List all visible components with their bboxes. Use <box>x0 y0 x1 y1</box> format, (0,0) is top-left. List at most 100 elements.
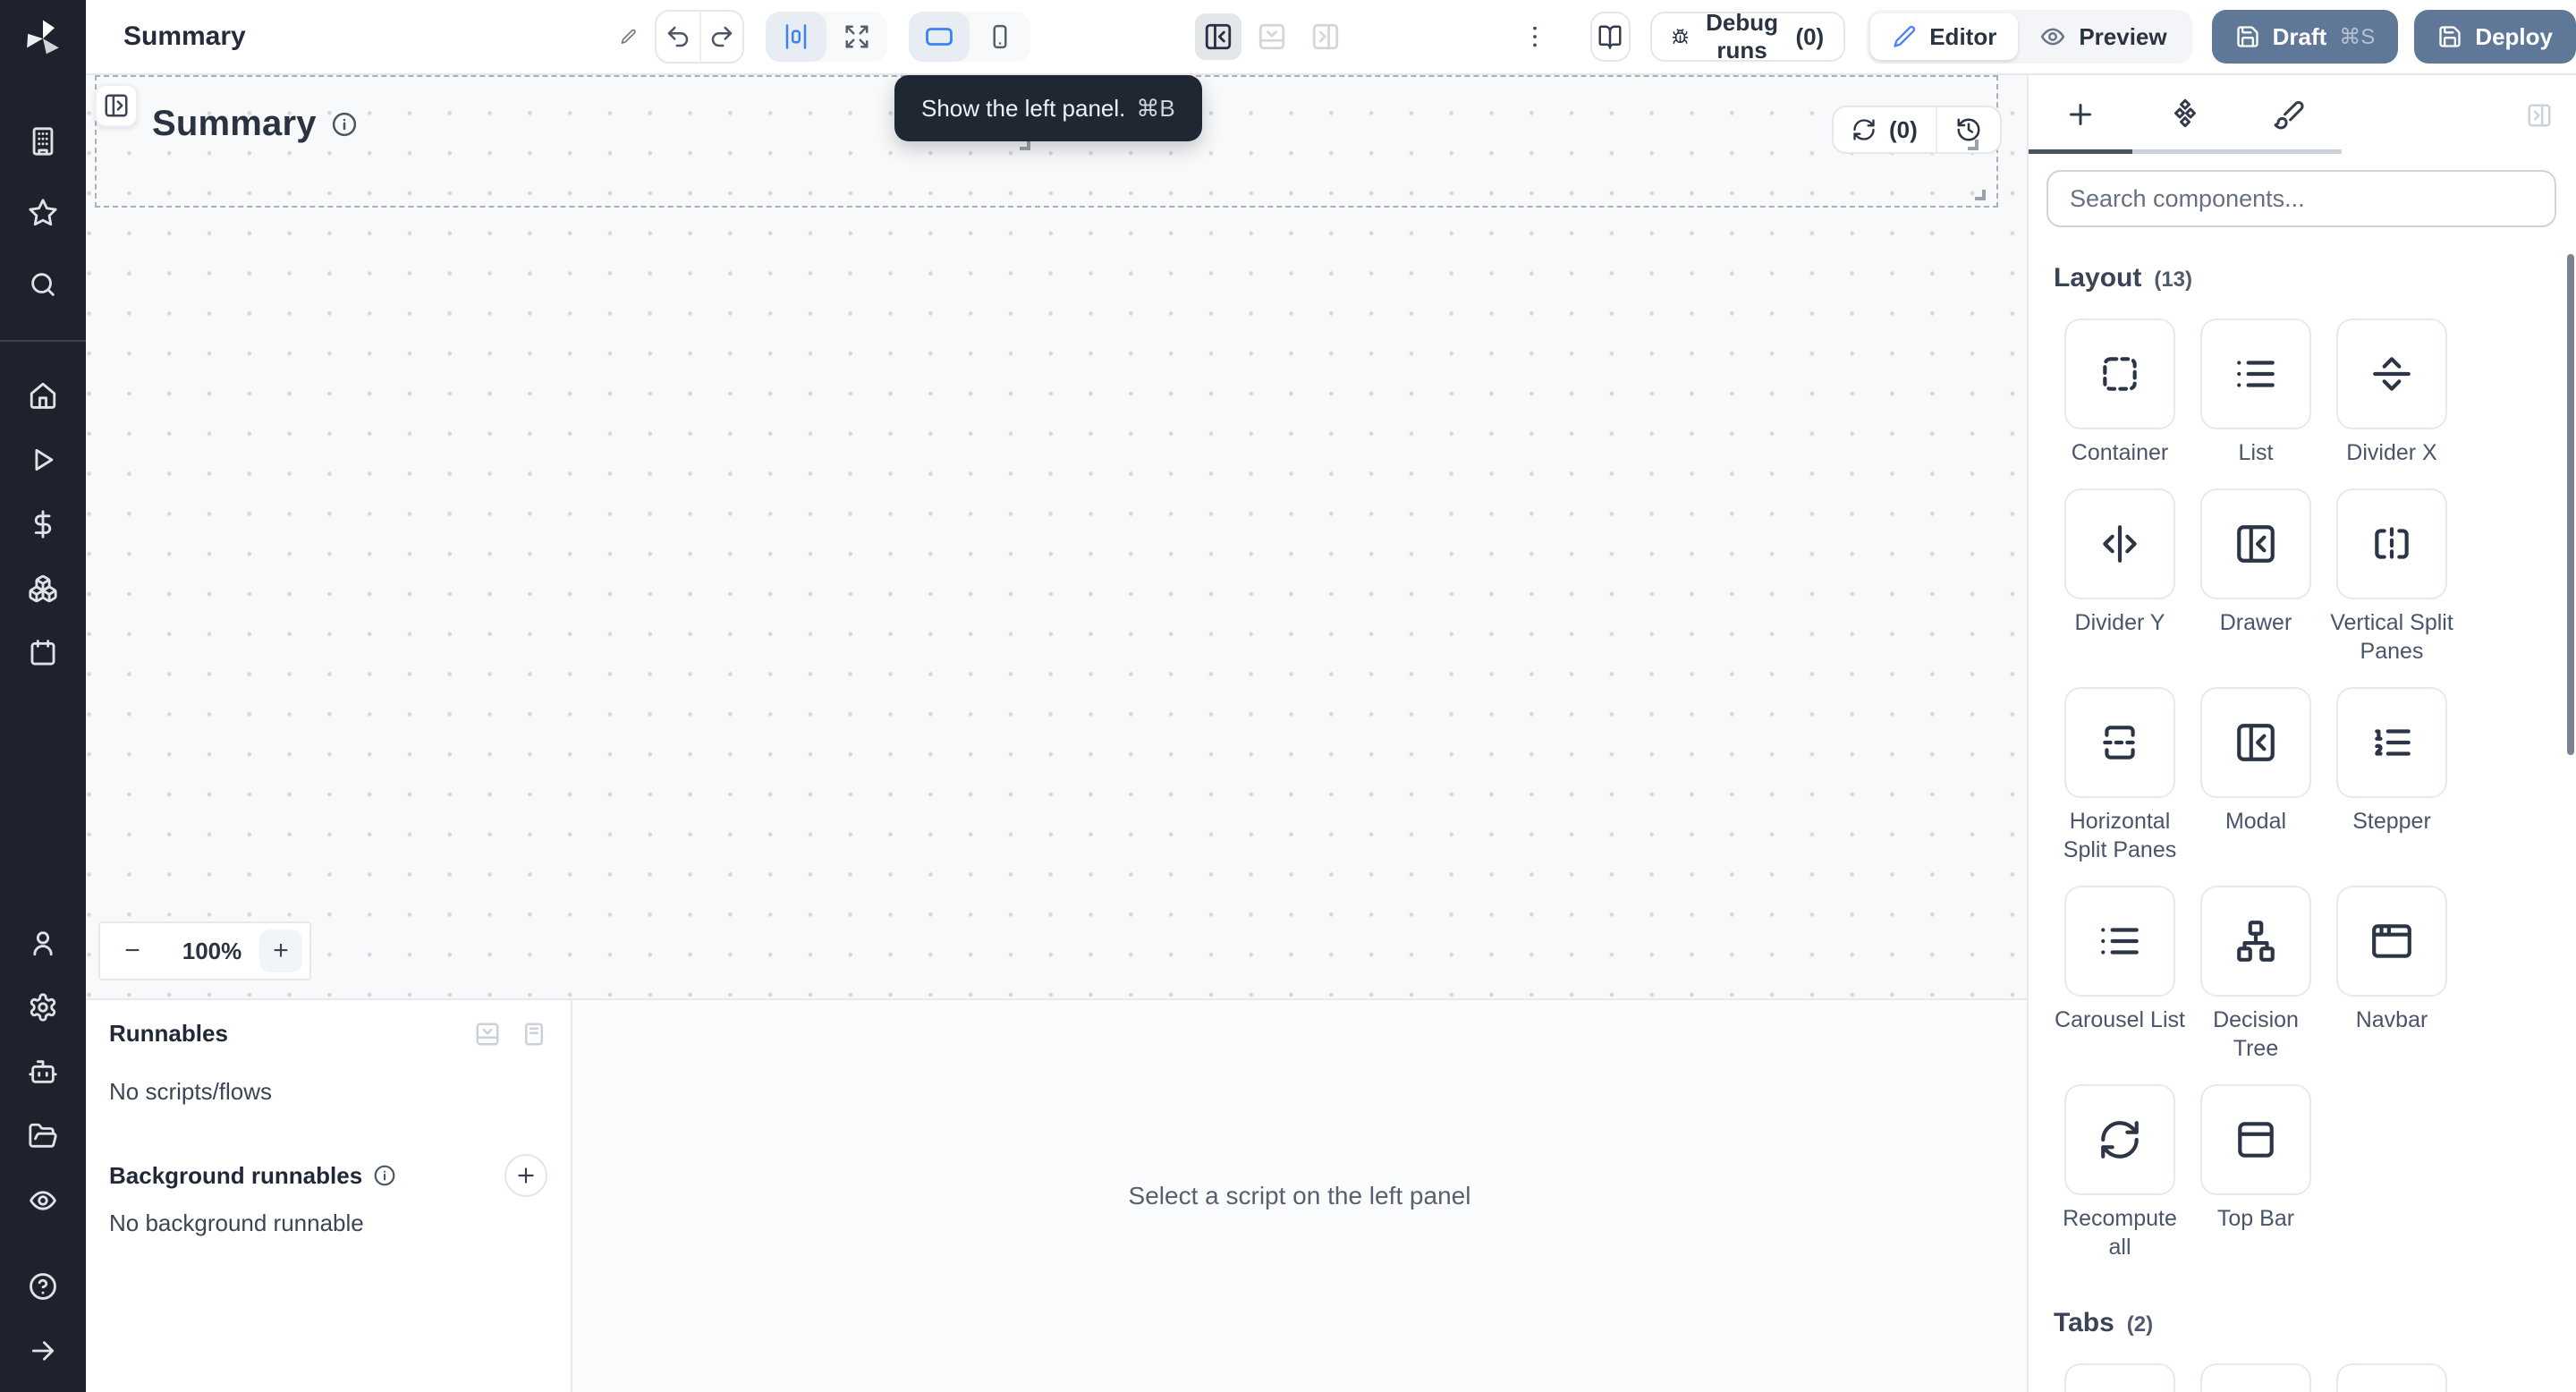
components-search-input[interactable] <box>2046 170 2556 227</box>
component-grid: ContainerListDivider XDivider YDrawerVer… <box>2052 318 2556 1261</box>
toggle-left-panel-button[interactable] <box>1195 13 1241 60</box>
component-card[interactable] <box>2200 1363 2311 1392</box>
component-card[interactable] <box>2200 488 2311 599</box>
doc-list-icon[interactable] <box>521 1021 547 1048</box>
component-container: Container <box>2052 318 2188 467</box>
component-card[interactable] <box>2336 318 2447 429</box>
refresh-icon <box>2097 1117 2142 1162</box>
zoom-out-button[interactable]: − <box>100 936 165 966</box>
add-background-runnable-button[interactable] <box>504 1154 547 1197</box>
edit-title-pencil-icon[interactable] <box>620 23 637 50</box>
sidebar-item-star[interactable] <box>11 181 75 245</box>
component-divider-y: Divider Y <box>2052 488 2188 666</box>
folder-open-icon <box>28 1121 58 1151</box>
refresh-app-button[interactable]: (0) <box>1834 107 1936 152</box>
component-card[interactable] <box>2064 488 2175 599</box>
component-card[interactable] <box>2064 687 2175 798</box>
debug-runs-button[interactable]: Debug runs (0) <box>1650 12 1846 62</box>
undo-button[interactable] <box>657 12 699 62</box>
component-grid <box>2052 1363 2556 1392</box>
editor-tab[interactable]: Editor <box>1870 13 2018 60</box>
script-editor-placeholder: Select a script on the left panel <box>572 1000 2027 1392</box>
zoom-in-button[interactable]: + <box>259 929 302 972</box>
component-recompute-all: Recompute all <box>2052 1084 2188 1261</box>
sidebar-item-folder-open[interactable] <box>11 1104 75 1168</box>
resize-handle[interactable] <box>1975 190 1986 200</box>
toggle-bottom-panel-button[interactable] <box>1249 13 1295 60</box>
sidebar-group-main <box>11 363 75 685</box>
redo-icon <box>708 23 735 50</box>
component-label: Container <box>2072 438 2168 467</box>
sidebar-group-account <box>11 911 75 1233</box>
sidebar-item-bot[interactable] <box>11 1040 75 1104</box>
sidebar-item-building[interactable] <box>11 109 75 174</box>
redo-button[interactable] <box>699 12 743 62</box>
component-card[interactable] <box>2064 1084 2175 1195</box>
sidebar-item-calendar[interactable] <box>11 621 75 685</box>
sidebar-item-user[interactable] <box>11 911 75 975</box>
tab-insert-component[interactable] <box>2029 75 2133 154</box>
background-runnables-empty-text: No background runnable <box>109 1210 547 1237</box>
tabs-underline <box>2132 149 2342 154</box>
help-icon <box>28 1271 58 1302</box>
component-card[interactable] <box>2064 886 2175 997</box>
sidebar-item-home[interactable] <box>11 363 75 428</box>
info-icon[interactable] <box>373 1164 396 1187</box>
component-card[interactable] <box>2336 1363 2447 1392</box>
sidebar-item-help[interactable] <box>11 1260 75 1313</box>
full-width-button[interactable] <box>826 12 887 62</box>
sidebar-divider <box>0 340 86 342</box>
component-card[interactable] <box>2200 318 2311 429</box>
smartphone-icon <box>987 23 1013 50</box>
info-icon[interactable] <box>331 111 358 138</box>
draft-button[interactable]: Draft ⌘S <box>2212 10 2399 64</box>
tab-styling[interactable] <box>2237 75 2342 154</box>
sidebar-item-settings[interactable] <box>11 975 75 1040</box>
deploy-button[interactable]: Deploy <box>2414 10 2576 64</box>
mobile-view-button[interactable] <box>970 12 1030 62</box>
toggle-right-panel-button[interactable] <box>1302 13 1349 60</box>
docs-button[interactable] <box>1590 12 1631 62</box>
component-card[interactable] <box>2200 886 2311 997</box>
sidebar-item-dollar[interactable] <box>11 492 75 556</box>
runnables-panel: Runnables No scripts/flows Background ru… <box>86 1000 572 1392</box>
preview-tab[interactable]: Preview <box>2018 13 2188 60</box>
draft-shortcut: ⌘S <box>2339 24 2375 50</box>
collapse-panel-icon[interactable] <box>474 1021 501 1048</box>
hide-right-panel-icon[interactable] <box>2526 102 2553 129</box>
component-label: Vertical Split Panes <box>2324 608 2460 666</box>
bounded-width-button[interactable] <box>766 12 826 62</box>
refresh-count: (0) <box>1889 116 1918 144</box>
app-canvas[interactable]: Show the left panel. ⌘B Summary (0) <box>86 75 2027 998</box>
component-label: Stepper <box>2352 807 2431 836</box>
component-carousel-list: Carousel List <box>2052 886 2188 1063</box>
panel-lc-icon <box>2233 522 2278 566</box>
desktop-view-button[interactable] <box>909 12 970 62</box>
component-card[interactable] <box>2200 1084 2311 1195</box>
scrollbar-thumb[interactable] <box>2567 254 2574 755</box>
component-card[interactable] <box>2336 488 2447 599</box>
tab-component-settings[interactable] <box>2133 75 2238 154</box>
sidebar-item-eye[interactable] <box>11 1168 75 1233</box>
panel-right-icon <box>1310 21 1341 52</box>
sidebar-item-boxes[interactable] <box>11 556 75 621</box>
container-icon <box>2097 352 2142 396</box>
sidebar-item-play[interactable] <box>11 428 75 492</box>
windmill-logo-icon[interactable] <box>20 14 66 61</box>
sidebar-item-arrow-right[interactable] <box>11 1324 75 1378</box>
show-left-panel-button[interactable] <box>95 84 138 127</box>
debug-runs-label: Debug runs <box>1701 9 1784 64</box>
canvas-width-group <box>766 12 887 62</box>
component-card[interactable] <box>2336 886 2447 997</box>
component-card[interactable] <box>2064 318 2175 429</box>
component-card[interactable] <box>2064 1363 2175 1392</box>
desktop-icon <box>924 21 954 52</box>
book-open-icon <box>1597 23 1623 50</box>
panel-lc-icon <box>2233 720 2278 765</box>
component-card[interactable] <box>2336 687 2447 798</box>
more-menu-button[interactable] <box>1521 21 1549 52</box>
component-card[interactable] <box>2200 687 2311 798</box>
dollar-icon <box>28 509 58 539</box>
sidebar-item-search[interactable] <box>11 252 75 317</box>
resize-handle[interactable] <box>1968 140 1979 150</box>
